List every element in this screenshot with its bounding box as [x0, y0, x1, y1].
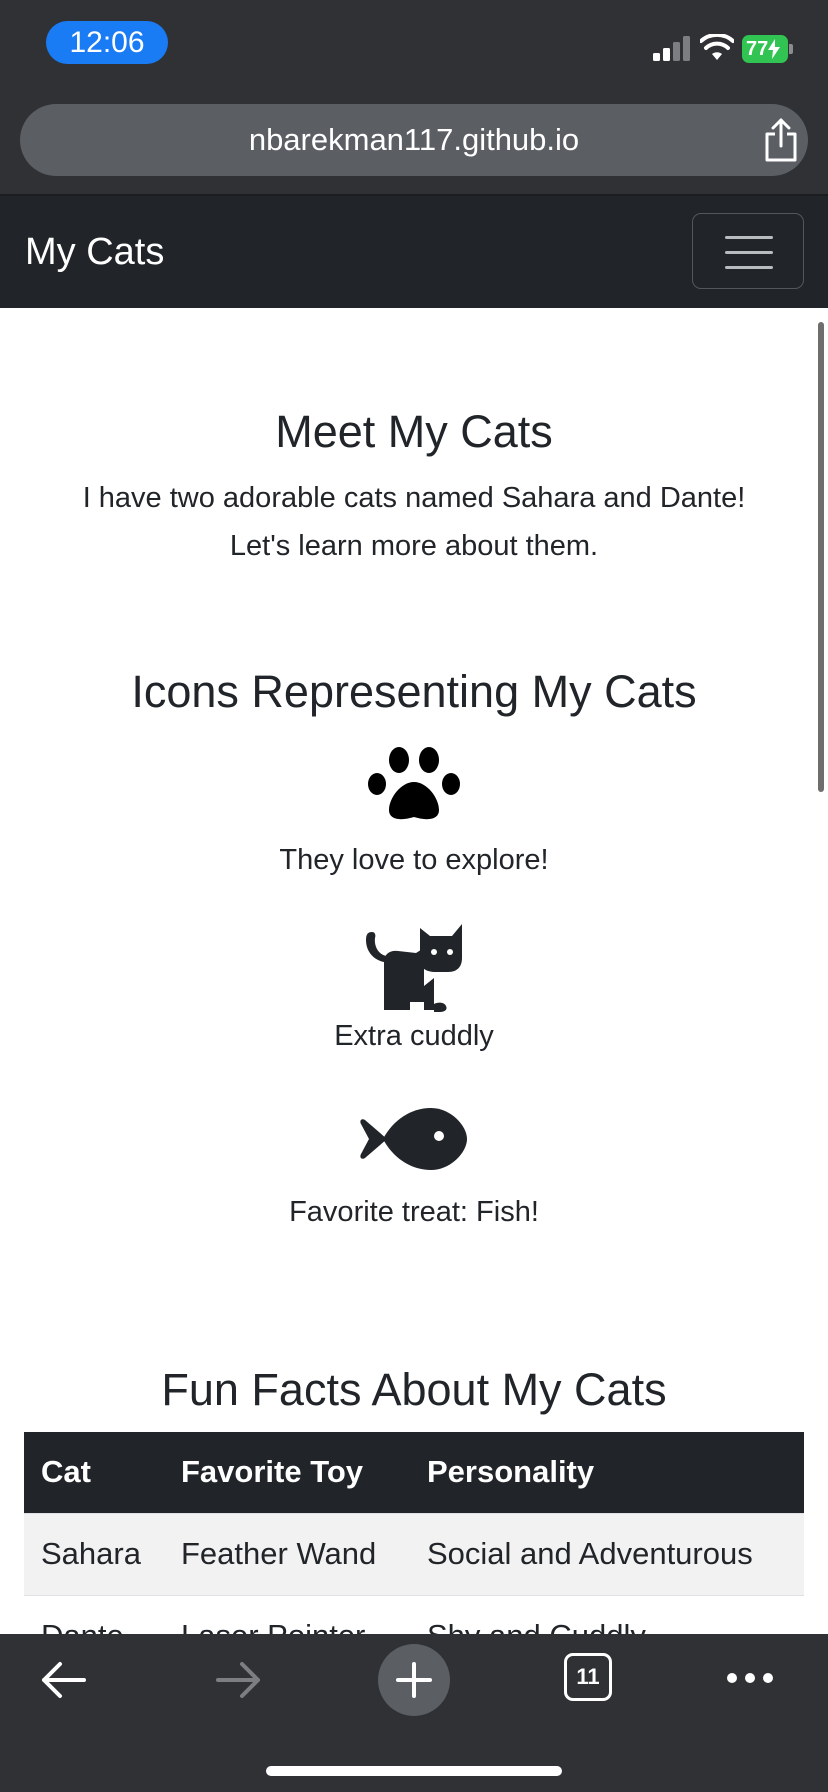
fish-icon [360, 1108, 467, 1170]
icon-item-cat [0, 920, 828, 1012]
table-row: Dante Laser Pointer Shy and Cuddly [24, 1594, 804, 1634]
wifi-icon [700, 34, 734, 60]
status-bar: 12:06 77 [0, 0, 828, 92]
table-cell: Social and Adventurous [410, 1512, 804, 1595]
share-icon[interactable] [762, 118, 800, 162]
address-bar[interactable]: nbarekman117.github.io [20, 104, 808, 176]
table-cell: Laser Pointer [164, 1594, 410, 1634]
more-options-icon[interactable] [726, 1672, 774, 1684]
intro-line-1: I have two adorable cats named Sahara an… [82, 482, 746, 514]
table-row: Sahara Feather Wand Social and Adventuro… [24, 1512, 804, 1595]
intro-title: Meet My Cats [275, 406, 553, 457]
cat-icon [366, 924, 462, 1012]
battery-level: 77 [746, 37, 769, 60]
icon-caption-fish: Favorite treat: Fish! [289, 1196, 539, 1228]
navbar-brand[interactable]: My Cats [25, 196, 164, 308]
back-arrow-icon[interactable] [40, 1660, 88, 1700]
table-cell: Shy and Cuddly [410, 1594, 804, 1634]
icon-caption-paw: They love to explore! [279, 844, 549, 876]
browser-address-area: nbarekman117.github.io [0, 92, 828, 196]
browser-bottom-toolbar: 11 [0, 1634, 828, 1792]
home-indicator[interactable] [266, 1766, 562, 1776]
table-header-cell: Personality [427, 1454, 595, 1490]
fun-facts-table: Cat Favorite Toy Personality Sahara Feat… [24, 1432, 804, 1634]
facts-section-title: Fun Facts About My Cats [161, 1364, 667, 1415]
icon-caption-cat: Extra cuddly [334, 1020, 494, 1052]
battery-indicator: 77 [742, 35, 794, 63]
table-cell: Feather Wand [164, 1512, 410, 1595]
page-content: Meet My Cats I have two adorable cats na… [0, 308, 828, 1634]
table-header-cell: Favorite Toy [181, 1454, 364, 1490]
icon-item-paw [0, 746, 828, 822]
table-cell: Sahara [24, 1512, 164, 1595]
icons-section-title: Icons Representing My Cats [131, 666, 697, 717]
charging-bolt-icon [768, 39, 781, 59]
icon-item-fish [0, 1106, 828, 1172]
table-header-cell: Cat [41, 1454, 91, 1490]
tabs-button[interactable]: 11 [564, 1653, 612, 1701]
table-header-row: Cat Favorite Toy Personality [24, 1432, 804, 1513]
site-navbar: My Cats [0, 196, 828, 308]
new-tab-button[interactable] [378, 1644, 450, 1716]
cellular-signal-icon [653, 36, 690, 61]
forward-arrow-icon[interactable] [214, 1660, 262, 1700]
paw-icon [368, 747, 460, 820]
status-time[interactable]: 12:06 [46, 21, 168, 64]
table-cell: Dante [24, 1594, 164, 1634]
address-bar-url[interactable]: nbarekman117.github.io [20, 104, 808, 176]
navbar-toggler-button[interactable] [692, 213, 804, 289]
hamburger-menu-icon [725, 234, 773, 270]
plus-icon [396, 1662, 432, 1698]
intro-line-2: Let's learn more about them. [229, 530, 599, 562]
